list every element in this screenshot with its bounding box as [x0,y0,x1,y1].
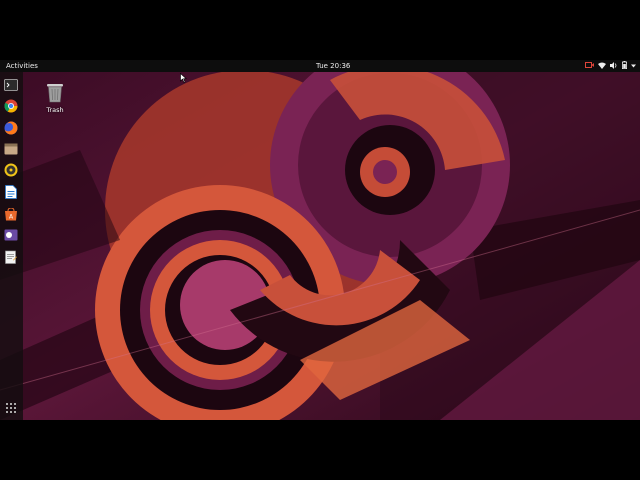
trash-label: Trash [46,106,64,114]
dock: A [0,72,23,420]
help-icon [4,229,18,241]
trash-icon [47,84,63,103]
rhythmbox-icon [4,163,18,177]
dock-item-help[interactable] [3,227,19,243]
screen-recording-icon[interactable] [585,62,594,70]
show-applications-icon[interactable] [4,400,18,414]
system-tray[interactable] [585,61,636,71]
text-editor-icon [5,250,17,264]
activities-button[interactable]: Activities [6,62,38,71]
chromium-icon [4,99,18,113]
terminal-icon [4,79,18,91]
system-menu-arrow-icon[interactable] [631,62,636,70]
desktop-screen: Activities Tue 20:36 A Trash [0,60,640,420]
clock-menu[interactable]: Tue 20:36 [316,62,350,71]
dock-item-firefox[interactable] [3,120,19,136]
battery-icon[interactable] [622,61,627,71]
dock-item-software[interactable]: A [3,206,19,222]
dock-item-terminal[interactable] [3,77,19,93]
dock-item-files[interactable] [3,141,19,157]
writer-icon [5,185,17,199]
dock-item-writer[interactable] [3,184,19,200]
mouse-cursor-icon [180,73,187,83]
desktop-trash[interactable]: Trash [42,81,68,114]
volume-icon[interactable] [610,61,618,71]
dock-item-rhythmbox[interactable] [3,162,19,178]
dock-item-text-editor[interactable] [3,249,19,265]
top-panel: Activities Tue 20:36 [0,60,640,72]
wifi-icon[interactable] [598,62,606,71]
dock-item-chromium[interactable] [3,98,19,114]
desktop-wallpaper [0,60,640,420]
firefox-icon [4,121,18,135]
files-icon [4,143,18,155]
software-icon: A [5,207,17,220]
